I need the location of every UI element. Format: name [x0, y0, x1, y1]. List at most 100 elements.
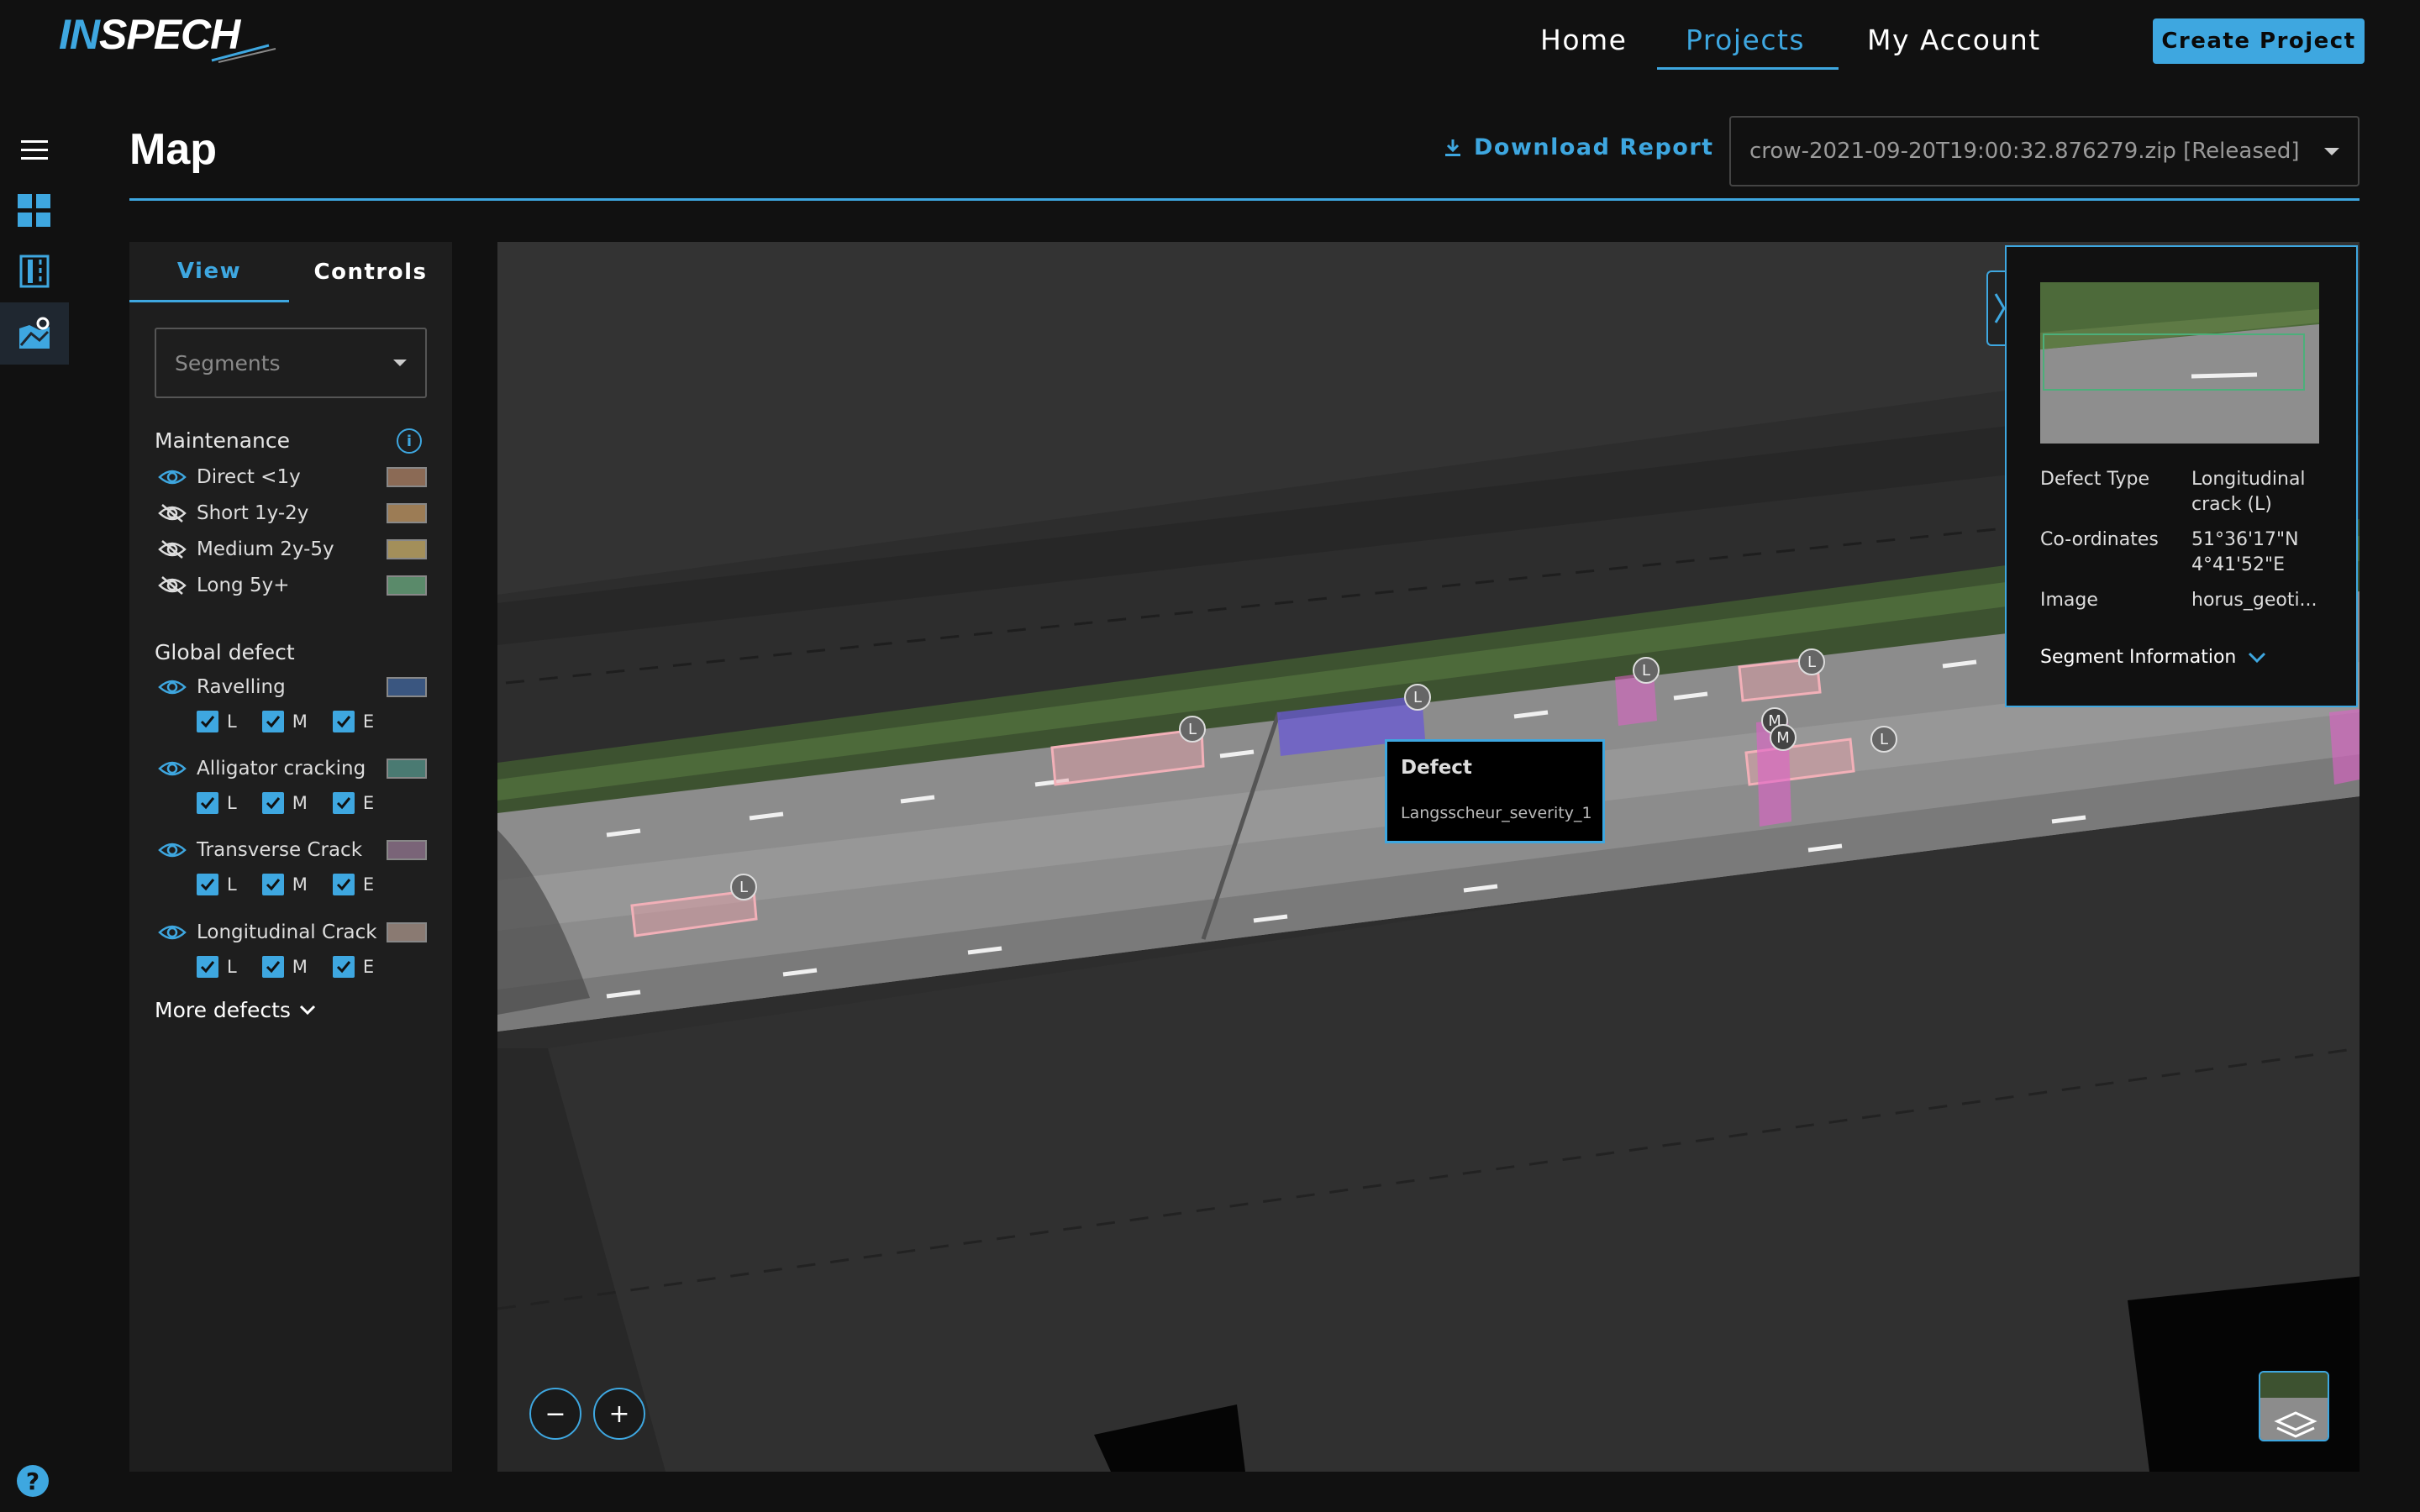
eye-off-icon[interactable] [158, 503, 187, 523]
layers-icon [2260, 1373, 2328, 1440]
image-value: horus_geoti... [2191, 590, 2317, 611]
eye-icon[interactable] [158, 759, 187, 779]
download-report-label: Download Report [1474, 134, 1714, 160]
check-label: E [362, 793, 375, 813]
check-icon [266, 797, 280, 810]
maintenance-row-long: Long 5y+ [158, 570, 427, 601]
logo-swoosh-icon [211, 44, 276, 63]
layer-switcher-button[interactable] [2259, 1371, 2329, 1441]
more-defects-toggle[interactable]: More defects [155, 998, 316, 1022]
check-icon [336, 716, 350, 728]
help-icon[interactable]: ? [17, 1465, 49, 1497]
segment-information-label: Segment Information [2040, 647, 2237, 668]
tooltip-value: Langsscheur_severity_1 [1401, 804, 1592, 822]
severity-checks-alligator: L M E [197, 790, 399, 816]
eye-icon[interactable] [158, 922, 187, 942]
maintenance-label: Short 1y-2y [197, 502, 309, 524]
map-icon[interactable] [17, 316, 52, 351]
nav-my-account[interactable]: My Account [1867, 24, 2041, 56]
coordinates-value: 51°36'17"N 4°41'52"E [2191, 529, 2299, 575]
checkbox-e[interactable] [332, 874, 355, 895]
dashboard-icon[interactable] [17, 193, 52, 228]
maintenance-label: Long 5y+ [197, 575, 290, 596]
defect-info-card: Defect Type Longitudinal crack (L) Co-ord… [2005, 245, 2358, 707]
check-label: E [362, 874, 375, 895]
check-label: M [292, 793, 308, 813]
checkbox-m[interactable] [261, 792, 284, 814]
segments-select[interactable]: Segments [155, 328, 427, 398]
check-label: M [292, 874, 308, 895]
maintenance-label: Direct <1y [197, 466, 301, 488]
eye-icon[interactable] [158, 840, 187, 860]
menu-icon[interactable] [17, 133, 52, 168]
maintenance-row-medium: Medium 2y-5y [158, 534, 427, 564]
defect-thumbnail[interactable] [2040, 282, 2319, 444]
checkbox-e[interactable] [332, 792, 355, 814]
checkbox-e[interactable] [332, 711, 355, 732]
file-select[interactable]: crow-2021-09-20T19:00:32.876279.zip [Rel… [1729, 116, 2360, 186]
severity-checks-ravelling: L M E [197, 709, 399, 734]
defect-tooltip: Defect Langsscheur_severity_1 [1385, 739, 1605, 843]
defect-marker[interactable]: M [1770, 724, 1797, 751]
severity-checks-longitudinal: L M E [197, 954, 399, 979]
download-report-button[interactable]: Download Report [1444, 134, 1714, 160]
global-defect-title: Global defect [155, 640, 295, 664]
defect-marker[interactable]: L [730, 874, 757, 900]
download-icon [1445, 139, 1460, 156]
tab-view[interactable]: View [129, 242, 289, 302]
checkbox-l[interactable] [197, 792, 218, 814]
chevron-down-icon [2249, 652, 2266, 663]
maintenance-label: Medium 2y-5y [197, 538, 334, 560]
check-icon [336, 797, 350, 810]
maintenance-swatch [387, 539, 427, 559]
defect-marker[interactable]: L [1404, 684, 1431, 711]
defect-type-key: Defect Type [2040, 469, 2150, 490]
defect-label: Alligator cracking [197, 758, 366, 780]
check-icon [200, 797, 215, 810]
chevron-down-icon [393, 360, 407, 366]
eye-off-icon[interactable] [158, 539, 187, 559]
checkbox-m[interactable] [261, 711, 284, 732]
check-icon [200, 961, 215, 974]
tab-controls[interactable]: Controls [289, 242, 452, 302]
defect-marker[interactable]: L [1870, 726, 1897, 753]
eye-off-icon[interactable] [158, 575, 187, 596]
road-segments-icon[interactable] [17, 254, 52, 289]
severity-checks-transverse: L M E [197, 872, 399, 897]
nav-home[interactable]: Home [1540, 24, 1627, 56]
eye-icon[interactable] [158, 467, 187, 487]
zoom-out-button[interactable]: − [529, 1388, 581, 1440]
coordinates-key: Co-ordinates [2040, 529, 2159, 550]
nav-projects[interactable]: Projects [1686, 24, 1805, 56]
check-icon [266, 716, 280, 728]
eye-icon[interactable] [158, 677, 187, 697]
maintenance-title: Maintenance [155, 428, 290, 453]
check-label: L [227, 957, 237, 977]
defect-marker[interactable]: L [1179, 716, 1206, 743]
defect-swatch [387, 840, 427, 860]
segment-information-toggle[interactable]: Segment Information [2040, 647, 2266, 668]
defect-row-ravelling: Ravelling [158, 672, 427, 702]
check-label: M [292, 957, 308, 977]
checkbox-m[interactable] [261, 874, 284, 895]
check-icon [336, 879, 350, 891]
defect-row-transverse: Transverse Crack [158, 835, 427, 865]
defect-label: Transverse Crack [197, 839, 363, 861]
defect-marker[interactable]: L [1798, 648, 1825, 675]
defect-swatch [387, 922, 427, 942]
defect-marker[interactable]: L [1633, 657, 1660, 684]
side-panel: View Controls Segments Maintenance i Dir… [129, 242, 452, 1472]
chevron-down-icon [299, 1005, 315, 1015]
checkbox-l[interactable] [197, 711, 218, 732]
coordinates-row: Co-ordinates 51°36'17"N 4°41'52"E [2040, 528, 2326, 578]
info-icon[interactable]: i [397, 428, 422, 454]
zoom-in-button[interactable]: + [593, 1388, 645, 1440]
create-project-button[interactable]: Create Project [2153, 18, 2365, 64]
checkbox-m[interactable] [261, 956, 284, 978]
checkbox-l[interactable] [197, 874, 218, 895]
check-icon [200, 716, 215, 728]
checkbox-e[interactable] [332, 956, 355, 978]
maintenance-swatch [387, 467, 427, 487]
defect-label: Ravelling [197, 676, 286, 698]
checkbox-l[interactable] [197, 956, 218, 978]
